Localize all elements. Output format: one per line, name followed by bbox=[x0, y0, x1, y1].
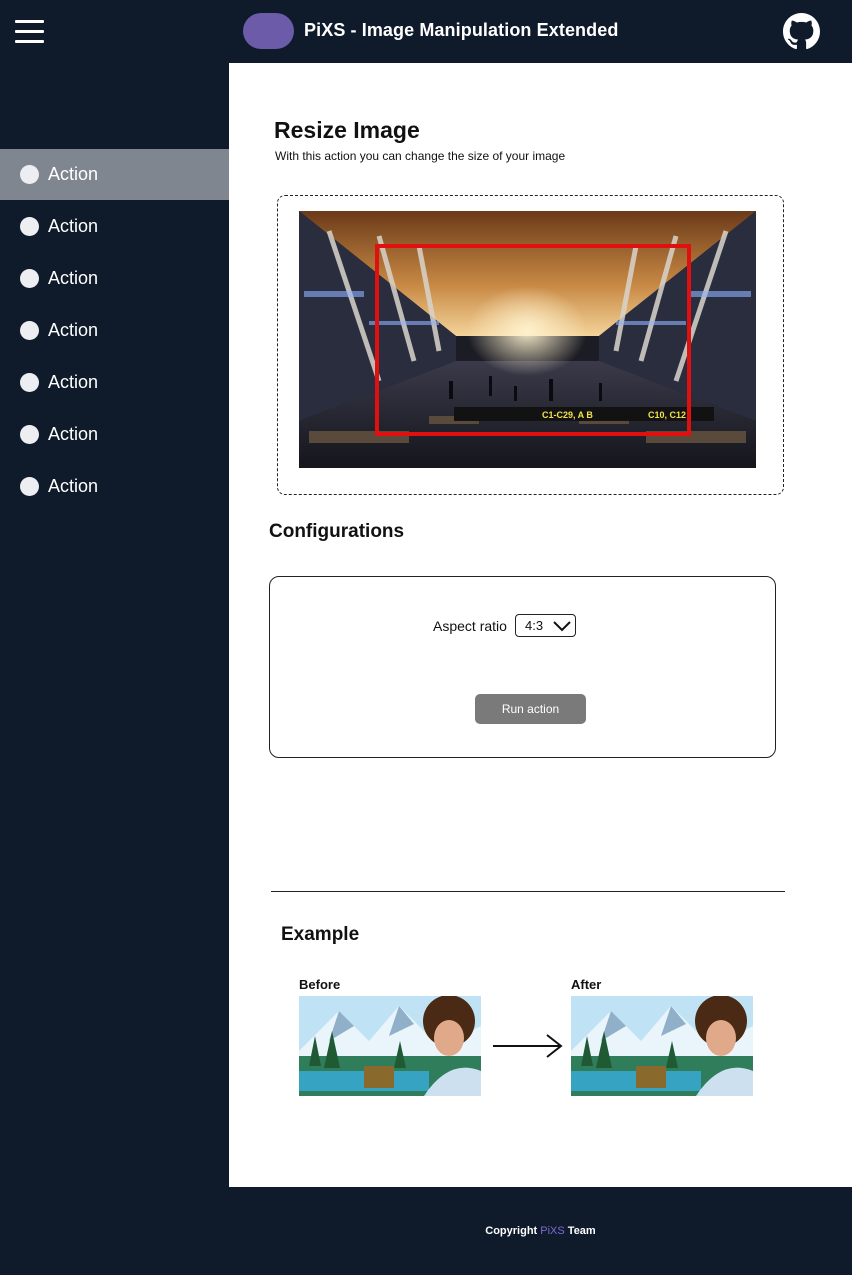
app-footer: Copyright PiXS Team bbox=[229, 1187, 852, 1275]
after-label: After bbox=[571, 977, 602, 992]
sidebar-item-label: Action bbox=[48, 424, 99, 444]
app-title: PiXS - Image Manipulation Extended bbox=[304, 20, 619, 40]
before-image bbox=[299, 996, 481, 1096]
github-icon[interactable] bbox=[783, 13, 820, 50]
sidebar-item-action-2[interactable]: Action bbox=[0, 201, 229, 252]
sidebar-item-action-4[interactable]: Action bbox=[0, 305, 229, 356]
app-header: PiXS - Image Manipulation Extended bbox=[0, 0, 852, 63]
section-divider bbox=[271, 891, 785, 892]
arrow-right-icon bbox=[493, 1034, 563, 1058]
after-image bbox=[571, 996, 753, 1096]
circle-icon bbox=[20, 321, 39, 340]
sidebar-item-label: Action bbox=[48, 268, 99, 288]
copyright-prefix: Copyright bbox=[485, 1225, 541, 1237]
app-logo bbox=[243, 13, 294, 49]
run-action-button[interactable]: Run action bbox=[475, 694, 586, 724]
circle-icon bbox=[20, 269, 39, 288]
before-label: Before bbox=[299, 977, 341, 992]
sidebar: Action Action Action Action Action Actio… bbox=[0, 63, 229, 1187]
sidebar-item-action-7[interactable]: Action bbox=[0, 461, 229, 512]
chevron-down-icon bbox=[553, 621, 571, 632]
crop-selection-box[interactable] bbox=[375, 244, 691, 436]
sidebar-item-action-3[interactable]: Action bbox=[0, 253, 229, 304]
sidebar-item-action-6[interactable]: Action bbox=[0, 409, 229, 460]
circle-icon bbox=[20, 217, 39, 236]
aspect-ratio-select[interactable]: 4:3 bbox=[515, 614, 576, 637]
configurations-panel: Aspect ratio 4:3 Run action bbox=[269, 576, 776, 758]
sidebar-item-label: Action bbox=[48, 372, 99, 392]
sidebar-item-label: Action bbox=[48, 320, 99, 340]
page-subtitle: With this action you can change the size… bbox=[275, 149, 566, 163]
circle-icon bbox=[20, 477, 39, 496]
configurations-title: Configurations bbox=[269, 521, 405, 542]
image-preview: C1-C29, A B C10, C12 bbox=[299, 211, 756, 468]
sidebar-item-label: Action bbox=[48, 216, 99, 236]
aspect-ratio-value: 4:3 bbox=[525, 618, 544, 633]
hamburger-menu-icon[interactable] bbox=[15, 20, 44, 44]
sidebar-item-action-1[interactable]: Action bbox=[0, 149, 229, 200]
circle-icon bbox=[20, 165, 39, 184]
copyright-brand: PiXS bbox=[540, 1225, 565, 1237]
main-content: Resize Image With this action you can ch… bbox=[229, 63, 852, 1187]
copyright-text: Copyright PiXS Team bbox=[485, 1225, 595, 1237]
circle-icon bbox=[20, 425, 39, 444]
page-title: Resize Image bbox=[274, 117, 420, 143]
image-drop-zone[interactable]: C1-C29, A B C10, C12 bbox=[277, 195, 784, 495]
aspect-ratio-label: Aspect ratio bbox=[433, 618, 507, 634]
circle-icon bbox=[20, 373, 39, 392]
sidebar-item-action-5[interactable]: Action bbox=[0, 357, 229, 408]
sidebar-item-label: Action bbox=[48, 476, 99, 496]
example-title: Example bbox=[281, 924, 360, 945]
sidebar-item-label: Action bbox=[48, 164, 99, 184]
copyright-suffix: Team bbox=[564, 1225, 596, 1237]
